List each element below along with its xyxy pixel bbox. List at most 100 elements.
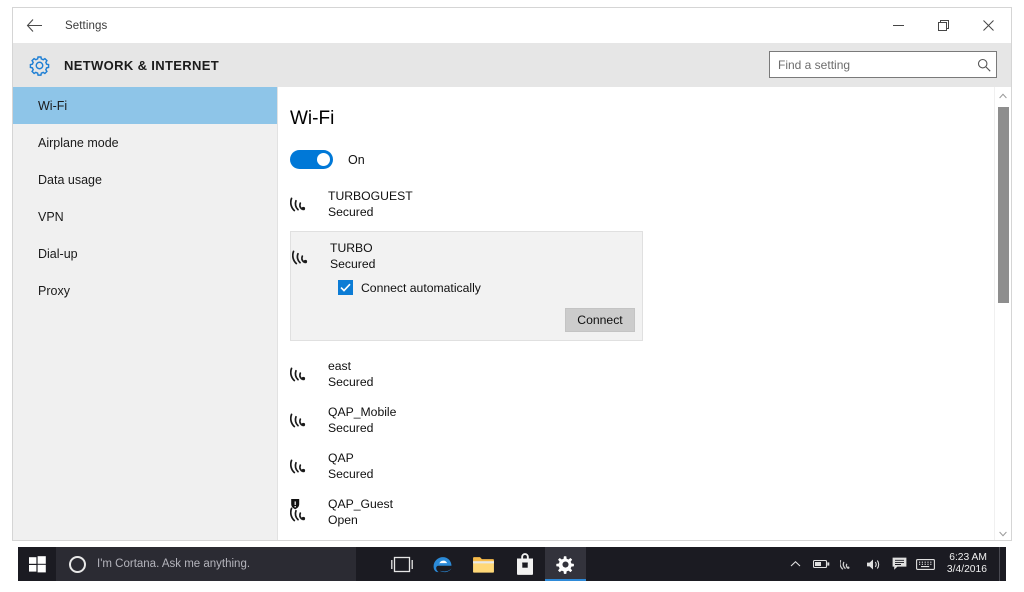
network-labels: QAP_Guest Open [328,497,393,528]
chevron-up-icon[interactable] [783,547,809,581]
window-body: Wi-Fi Airplane mode Data usage VPN Dial-… [13,87,1011,540]
wifi-signal-icon [291,244,322,276]
network-name: TURBO [330,241,373,255]
sidebar-item-vpn[interactable]: VPN [13,198,277,235]
network-item-turbo-expanded[interactable]: TURBO Secured Connect automatically Conn… [290,231,643,341]
windows-start-icon[interactable] [18,547,56,581]
network-item-qap-guest[interactable]: QAP_Guest Open [289,493,994,539]
search-input[interactable] [770,52,972,77]
scroll-down-arrow-icon[interactable] [995,525,1011,540]
network-name: TURBOGUEST [328,189,413,203]
network-item-east[interactable]: east Secured [289,355,994,401]
scroll-up-arrow-icon[interactable] [995,87,1011,104]
page-title: NETWORK & INTERNET [64,57,220,73]
category-header: NETWORK & INTERNET [13,43,1011,87]
back-button[interactable] [13,9,55,43]
wifi-signal-icon [289,191,320,223]
taskbar-clock[interactable]: 6:23 AM 3/4/2016 [939,552,999,576]
network-item-turboguest[interactable]: TURBOGUEST Secured [289,185,994,231]
sidebar-item-label: Wi-Fi [38,98,68,113]
network-labels: TURBOGUEST Secured [328,189,413,220]
minimize-button[interactable] [876,8,921,42]
network-status: Secured [330,256,376,271]
network-status: Secured [328,374,374,389]
restore-icon [938,19,949,31]
taskbar-apps [381,547,586,581]
connect-automatically-row[interactable]: Connect automatically [338,280,642,295]
task-view-icon[interactable] [381,547,422,581]
sidebar-item-proxy[interactable]: Proxy [13,272,277,309]
settings-content: Wi-Fi On TURBOGUEST Secured TURBO Secure… [278,87,1011,540]
speaker-icon[interactable] [861,547,887,581]
network-status: Secured [328,204,374,219]
file-explorer-icon[interactable] [463,547,504,581]
network-header: TURBO Secured [291,232,642,276]
toggle-knob [317,153,330,166]
action-center-icon[interactable] [887,547,913,581]
shield-warning-icon [291,499,300,510]
cortana-circle-icon [69,555,86,573]
connect-automatically-label: Connect automatically [361,280,481,295]
sidebar-item-airplane-mode[interactable]: Airplane mode [13,124,277,161]
wifi-signal-icon [289,361,320,393]
search-icon [972,58,996,72]
sidebar-item-dial-up[interactable]: Dial-up [13,235,277,272]
network-item-qap-mobile[interactable]: QAP_Mobile Secured [289,401,994,447]
taskbar: I'm Cortana. Ask me anything. 6:23 AM 3/… [18,547,1006,581]
maximize-button[interactable] [921,8,966,42]
pane-title: Wi-Fi [290,108,335,129]
scrollbar-thumb[interactable] [998,107,1009,303]
sidebar-item-label: Data usage [38,172,102,187]
close-button[interactable] [966,8,1011,42]
taskbar-settings-button[interactable] [545,547,586,581]
system-tray: 6:23 AM 3/4/2016 [783,547,1006,581]
network-labels: QAP_Mobile Secured [328,405,396,436]
sidebar-item-label: Airplane mode [38,135,119,150]
minimize-icon [893,24,904,26]
network-list: TURBOGUEST Secured TURBO Secured Connect… [289,185,994,540]
back-arrow-icon [26,19,42,32]
close-icon [983,19,994,31]
content-scrollbar[interactable] [994,87,1011,540]
window-title: Settings [65,19,108,32]
gear-icon [26,52,52,78]
checkbox-checked-icon[interactable] [338,280,353,295]
window-controls [876,8,1011,42]
sidebar-item-label: Dial-up [38,246,78,261]
connect-button[interactable]: Connect [565,308,635,332]
network-item-deepblue[interactable]: DeepBlue [289,539,994,540]
network-status: Open [328,512,358,527]
network-labels: QAP Secured [328,451,373,482]
sidebar-item-data-usage[interactable]: Data usage [13,161,277,198]
network-name: QAP [328,451,354,465]
wifi-signal-icon [289,499,320,531]
network-labels: east Secured [328,359,373,390]
window-titlebar: Settings [13,8,1011,43]
store-icon[interactable] [504,547,545,581]
desktop-background: Settings NETWORK & INTERNET Find a setti… [0,0,1024,592]
network-item-qap[interactable]: QAP Secured [289,447,994,493]
network-labels: TURBO Secured [330,241,375,272]
wifi-toggle-label: On [348,152,365,167]
clock-time: 6:23 AM [949,552,987,563]
wifi-toggle-row: On [290,150,994,169]
keyboard-icon[interactable] [913,547,939,581]
settings-sidebar: Wi-Fi Airplane mode Data usage VPN Dial-… [13,87,278,540]
gear-icon [556,555,574,574]
network-status: Secured [328,466,374,481]
cortana-search-box[interactable]: I'm Cortana. Ask me anything. [56,547,356,581]
battery-icon[interactable] [809,547,835,581]
search-box[interactable] [769,51,997,78]
wifi-signal-icon [289,453,320,485]
network-name: QAP_Mobile [328,405,397,419]
edge-browser-icon[interactable] [422,547,463,581]
wifi-tray-icon[interactable] [835,547,861,581]
settings-window: Settings NETWORK & INTERNET Find a setti… [12,7,1012,541]
clock-date: 3/4/2016 [946,564,987,575]
network-name: east [328,359,352,373]
sidebar-item-label: Proxy [38,283,70,298]
show-desktop-button[interactable] [999,547,1006,581]
sidebar-item-wi-fi[interactable]: Wi-Fi [13,87,277,124]
wifi-signal-icon [289,407,320,439]
wifi-toggle[interactable] [290,150,333,169]
